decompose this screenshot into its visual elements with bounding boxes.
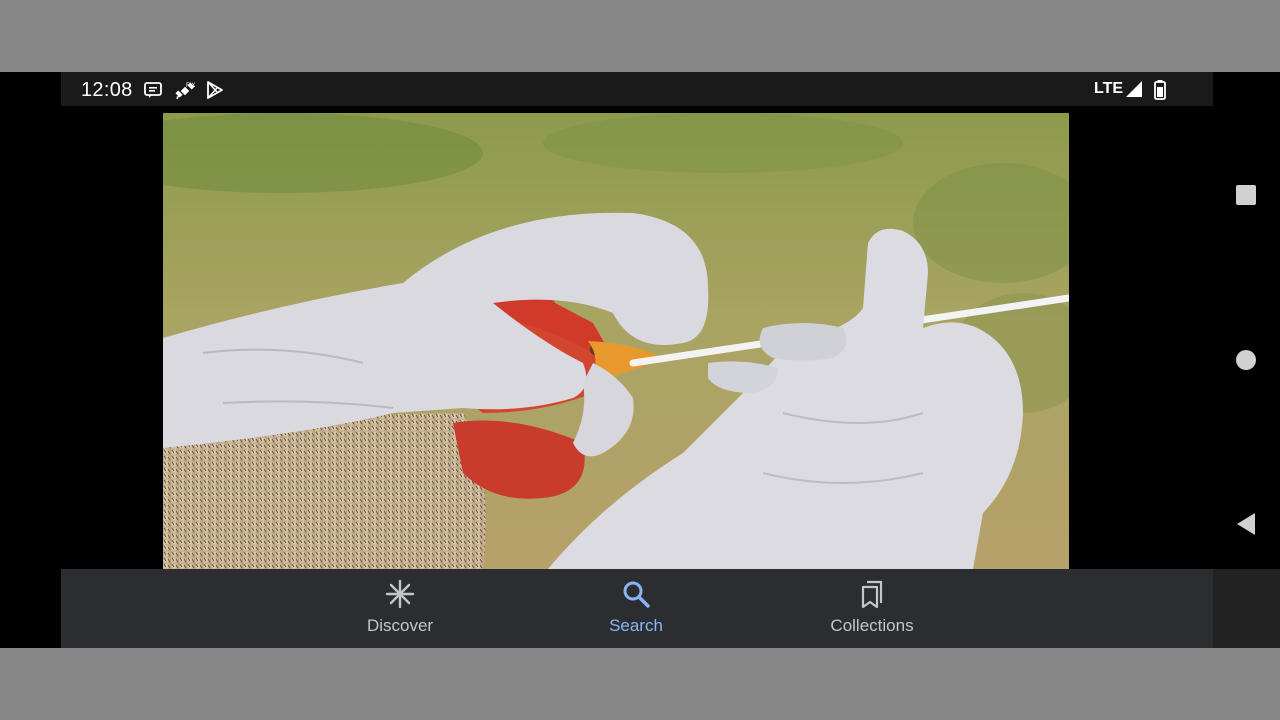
phone-screen: 12:08 FIX LTE Discover Search Collection… <box>0 72 1280 648</box>
satellite-icon: FIX <box>174 80 195 100</box>
clock: 12:08 <box>81 79 133 101</box>
photo-chicken-swab[interactable] <box>163 113 1069 569</box>
bookmarks-icon <box>857 579 887 609</box>
recents-button[interactable] <box>1236 185 1256 205</box>
tab-search[interactable]: Search <box>556 579 716 639</box>
nav-bar-corner <box>1213 569 1280 648</box>
signal-icon <box>1125 80 1145 100</box>
tab-search-label: Search <box>609 616 663 635</box>
message-icon <box>143 80 163 100</box>
back-button[interactable] <box>1235 512 1257 536</box>
svg-text:FIX: FIX <box>186 83 195 89</box>
tab-collections-label: Collections <box>830 616 914 635</box>
tab-collections[interactable]: Collections <box>792 579 952 639</box>
battery-icon <box>1153 80 1173 100</box>
play-store-icon <box>205 80 225 100</box>
tab-discover[interactable]: Discover <box>320 579 480 639</box>
network-type: LTE <box>1094 80 1124 97</box>
status-bar: 12:08 FIX LTE <box>61 72 1213 106</box>
search-icon <box>621 579 651 609</box>
tab-discover-label: Discover <box>366 616 434 635</box>
system-nav-bar <box>1213 106 1280 648</box>
home-button[interactable] <box>1236 350 1256 370</box>
asterisk-icon <box>385 579 415 609</box>
bottom-navigation: Discover Search Collections <box>61 569 1213 648</box>
